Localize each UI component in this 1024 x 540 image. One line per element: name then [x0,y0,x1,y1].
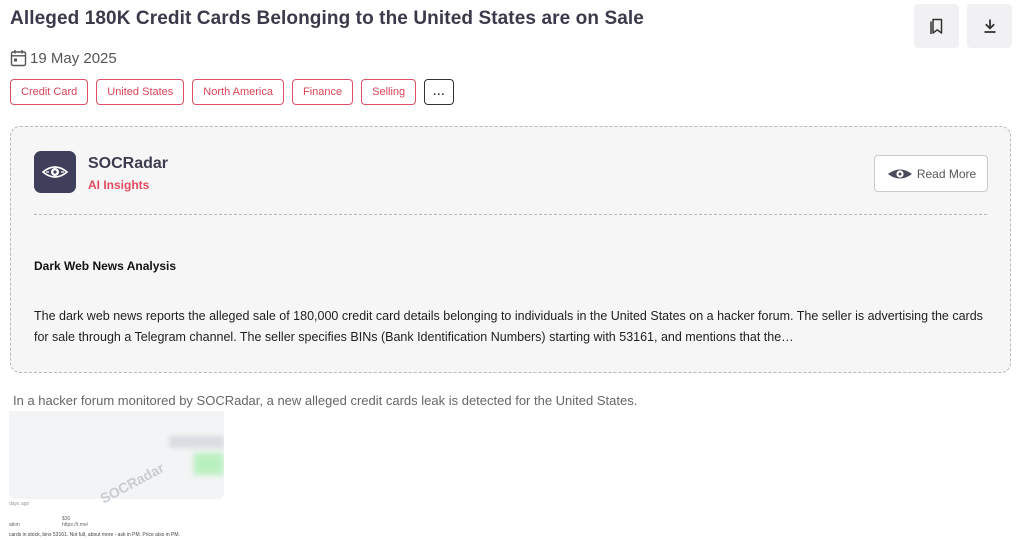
tag-north-america[interactable]: North America [192,79,284,105]
forum-screenshot[interactable]: SOCRadar days ago $30 ation https://t.me… [9,411,224,540]
screenshot-post-text: cards in stock, bins 53161. Not full, ab… [9,532,180,538]
screenshot-label: ation [9,522,20,528]
screenshot-time: days ago [9,501,30,507]
analysis-heading: Dark Web News Analysis [34,259,177,273]
tag-selling[interactable]: Selling [361,79,417,105]
read-more-button[interactable]: Read More [874,155,988,192]
blurred-username [169,436,224,448]
calendar-icon [10,50,27,67]
intro-text: In a hacker forum monitored by SOCRadar,… [13,393,638,408]
tag-credit-card[interactable]: Credit Card [10,79,89,105]
tag-list: Credit Card United States North America … [10,79,455,105]
tag-united-states[interactable]: United States [96,79,185,105]
publish-date-text: 19 May 2025 [30,49,117,67]
brand-name: SOCRadar [88,155,169,172]
socradar-eye-icon [887,169,912,178]
brand-subtitle: AI Insights [88,178,150,192]
tag-finance[interactable]: Finance [292,79,354,105]
bookmark-button[interactable] [914,4,959,48]
analysis-summary: The dark web news reports the alleged sa… [34,309,983,344]
more-tags-button[interactable]: ... [424,79,455,105]
blurred-badge [194,453,224,475]
card-divider [34,214,987,215]
download-icon [984,19,995,33]
page-title: Alleged 180K Credit Cards Belonging to t… [10,8,644,29]
download-button[interactable] [967,4,1012,48]
socradar-logo [34,151,76,193]
screenshot-link: https://t.me/ [62,522,89,528]
read-more-label: Read More [916,166,977,181]
ai-insights-card: SOCRadar AI Insights Read More Dark Web … [10,126,1011,373]
publish-date: 19 May 2025 [10,49,117,67]
socradar-eye-icon [41,166,69,178]
bookmark-icon [929,18,942,34]
